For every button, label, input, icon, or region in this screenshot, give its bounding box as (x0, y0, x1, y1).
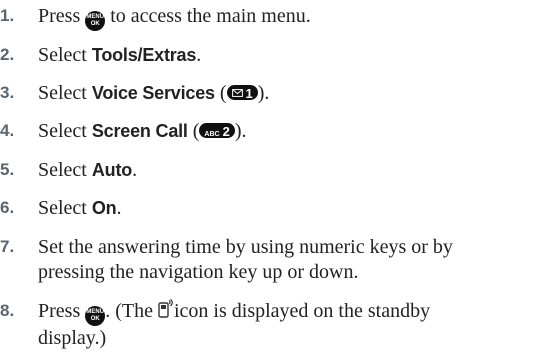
key-digit: 2 (222, 124, 230, 139)
step-number: 8. (0, 301, 15, 320)
key-letters: ABC (204, 131, 220, 138)
key-label: MENU (86, 309, 105, 315)
step-text: Select Screen Call (ABC 2). (38, 119, 553, 144)
menu-term: Screen Call (91, 121, 188, 141)
key-label: OK (90, 21, 100, 27)
step-text: Select On. (38, 196, 553, 221)
step-verb: Select (38, 197, 87, 219)
step-verb: Press (38, 5, 81, 27)
step-verb: Select (38, 120, 87, 142)
envelope-icon (231, 88, 243, 97)
step-number: 7. (0, 237, 15, 256)
menu-ok-key-icon: MENU OK (85, 11, 106, 31)
key-label: OK (90, 316, 100, 322)
step-verb: Press (38, 300, 81, 322)
key-digit: 1 (245, 86, 253, 101)
key-label: MENU (86, 14, 105, 20)
step-number: 5. (0, 160, 15, 179)
step-rest: . (116, 197, 122, 219)
step-number: 1. (0, 6, 15, 25)
step-line: pressing the navigation key up or down. (38, 261, 359, 283)
screen-call-phone-icon (158, 299, 173, 318)
step-text: Set the answering time by using numeric … (38, 235, 553, 285)
step-line: Set the answering time by using numeric … (38, 236, 453, 258)
step-text: Select Tools/Extras. (38, 43, 553, 68)
menu-term: On (91, 198, 117, 218)
paren-open: ( (187, 120, 200, 142)
envelope-key-icon: 1 (226, 85, 258, 101)
paren-close: ). (234, 120, 247, 142)
menu-term: Auto (91, 160, 133, 180)
step-verb: Select (38, 159, 87, 181)
paren-close: ). (257, 82, 270, 104)
step-rest: to access the main menu. (110, 5, 311, 27)
step-rest: . (132, 159, 138, 181)
menu-term: Voice Services (91, 83, 215, 103)
menu-ok-key-icon: MENU OK (85, 306, 106, 326)
abc-key-icon: ABC 2 (199, 123, 235, 139)
step-number: 2. (0, 45, 15, 64)
step-line: display.) (38, 327, 107, 349)
step-text: Select Voice Services (1). (38, 81, 553, 106)
step-text: Press MENU OK to access the main menu. (38, 4, 553, 31)
step-text: Select Auto. (38, 158, 553, 183)
instruction-page: 1. Press MENU OK to access the main menu.… (0, 0, 555, 364)
step-rest: . (The (105, 300, 153, 322)
step-rest: icon is displayed on the standby (174, 300, 431, 322)
step-rest: . (196, 44, 202, 66)
step-number: 4. (0, 121, 15, 140)
step-number: 6. (0, 198, 15, 217)
menu-term: Tools/Extras (91, 45, 197, 65)
paren-open: ( (214, 82, 227, 104)
step-number: 3. (0, 83, 15, 102)
step-verb: Select (38, 82, 87, 104)
step-text: Press MENU OK. (The icon is displayed on … (38, 299, 553, 351)
step-verb: Select (38, 44, 87, 66)
